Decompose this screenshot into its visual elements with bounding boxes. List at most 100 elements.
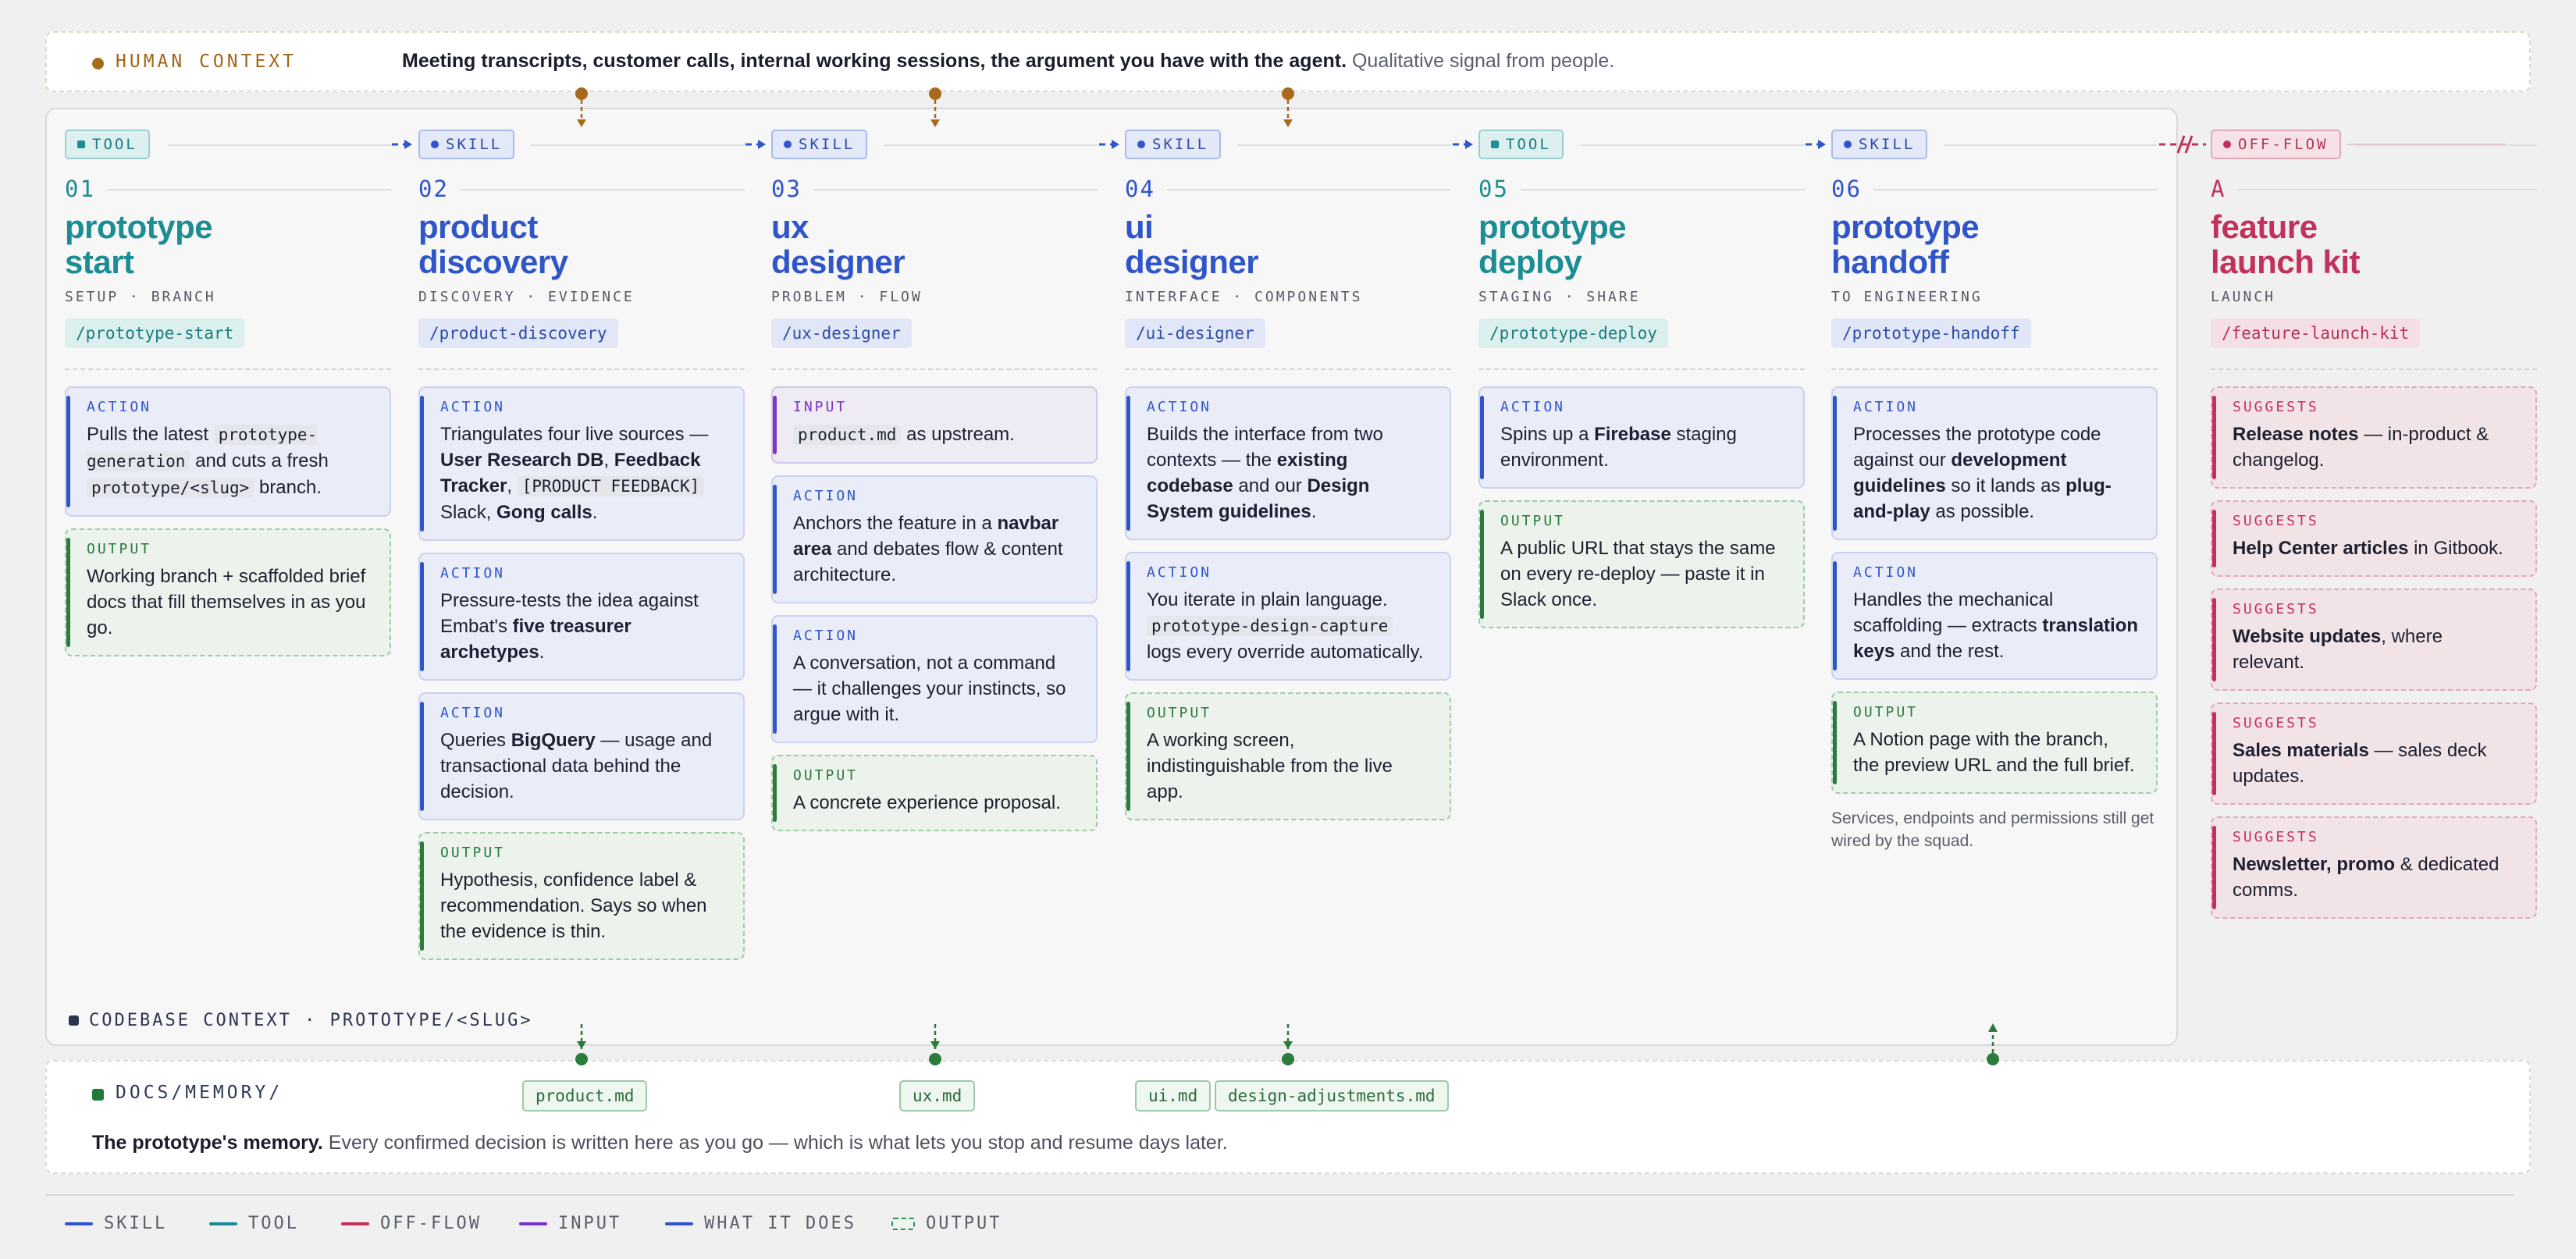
step-subtitle: TO ENGINEERING: [1831, 289, 1983, 305]
codebase-square-icon: [69, 1015, 79, 1026]
card-text: A Notion page with the branch, the previ…: [1853, 729, 2135, 776]
column-divider: [1125, 368, 1451, 370]
card-stack: ACTION Triangulates four live sources — …: [418, 386, 745, 960]
tag-rule: [1582, 144, 1805, 146]
card-label: ACTION: [1853, 399, 1919, 415]
card-text: Pulls the latest prototype-generation an…: [87, 424, 329, 498]
step-subtitle: LAUNCH: [2211, 289, 2276, 305]
tag-skill: SKILL: [1125, 130, 1222, 159]
step-title: ux designer: [771, 209, 906, 279]
tag-skill-dot-icon: [784, 140, 792, 148]
docs-memory-bold: The prototype's memory.: [92, 1132, 323, 1154]
step-title: prototype deploy: [1478, 209, 1627, 279]
card-text: Newsletter, promo & dedicated comms.: [2233, 854, 2500, 901]
column-divider: [1831, 368, 2158, 370]
legend-skill-swatch: [65, 1222, 93, 1225]
tag-rule: [2356, 144, 2537, 146]
human-context-bold: Meeting transcripts, customer calls, int…: [402, 50, 1347, 72]
card-label: SUGGESTS: [2233, 715, 2319, 731]
docs-square-icon: [92, 1089, 104, 1101]
card-label: ACTION: [1853, 564, 1919, 581]
step-rule: [1521, 189, 1805, 190]
legend-tool-label: TOOL: [248, 1214, 299, 1233]
card-text: Pressure-tests the idea against Embat's …: [440, 590, 699, 663]
step-number: 03: [771, 176, 802, 202]
action-card: ACTION A conversation, not a command — i…: [771, 615, 1098, 743]
doc-chip-ui[interactable]: ui.md: [1135, 1080, 1212, 1111]
command-chip[interactable]: /feature-launch-kit: [2211, 318, 2421, 348]
legend-input-swatch: [519, 1222, 547, 1225]
command-chip[interactable]: /product-discovery: [418, 318, 618, 348]
output-card: OUTPUT A concrete experience proposal.: [771, 755, 1098, 831]
card-label: INPUT: [793, 399, 848, 415]
step-rule: [1873, 189, 2158, 190]
card-label: ACTION: [1147, 399, 1212, 415]
command-chip[interactable]: /prototype-deploy: [1478, 318, 1668, 348]
card-text: You iterate in plain language. prototype…: [1147, 589, 1424, 663]
input-card: INPUT product.md as upstream.: [771, 386, 1098, 464]
tag-rule: [1944, 144, 2158, 146]
output-card: OUTPUT A working screen, indistinguishab…: [1125, 692, 1451, 820]
card-label: OUTPUT: [793, 767, 859, 784]
tag-skill-dot-icon: [1844, 140, 1852, 148]
codebase-context-text: CODEBASE CONTEXT · PROTOTYPE/<SLUG>: [89, 1011, 533, 1030]
step-number: 01: [65, 176, 95, 202]
docs-memory-bar: DOCS/MEMORY/ product.md ux.md ui.md desi…: [45, 1060, 2531, 1174]
tag-label: SKILL: [1152, 136, 1209, 153]
tag-off: OFF-FLOW: [2211, 130, 2341, 159]
command-chip[interactable]: /prototype-start: [65, 318, 245, 348]
command-chip[interactable]: /prototype-handoff: [1831, 318, 2031, 348]
doc-chip-ux[interactable]: ux.md: [899, 1080, 976, 1111]
tag-skill: SKILL: [418, 130, 515, 159]
tag-label: TOOL: [92, 136, 137, 153]
legend-output: OUTPUT: [891, 1214, 1002, 1233]
output-card: OUTPUT A public URL that stays the same …: [1478, 500, 1805, 628]
step-subtitle: STAGING · SHARE: [1478, 289, 1641, 305]
action-card: ACTION Pressure-tests the idea against E…: [418, 553, 745, 681]
step-title-line-1: feature: [2211, 208, 2318, 245]
card-stack: ACTION Processes the prototype code agai…: [1831, 386, 2158, 852]
step-rule: [461, 189, 745, 190]
step-title-line-1: prototype: [65, 208, 213, 245]
step-title-line-2: start: [65, 244, 134, 280]
tag-tool-dot-icon: [77, 140, 85, 148]
card-text: Builds the interface from two contexts —…: [1147, 424, 1383, 522]
card-label: OUTPUT: [1147, 705, 1212, 721]
tag-skill-dot-icon: [1137, 140, 1145, 148]
handoff-note: Services, endpoints and permissions stil…: [1831, 809, 2154, 850]
doc-chip-design-adjustments[interactable]: design-adjustments.md: [1215, 1080, 1449, 1111]
suggests-card: SUGGESTS Release notes — in-product & ch…: [2211, 386, 2537, 489]
card-text: Website updates, where relevant.: [2233, 626, 2443, 673]
card-label: SUGGESTS: [2233, 829, 2319, 845]
step-title: prototype handoff: [1831, 208, 1980, 279]
card-label: ACTION: [793, 628, 859, 644]
step-title-line-1: prototype: [1831, 208, 1980, 245]
step-rule: [813, 189, 1098, 190]
legend-tool-swatch: [209, 1222, 237, 1225]
command-chip[interactable]: /ux-designer: [771, 318, 912, 348]
doc-chip-product[interactable]: product.md: [522, 1080, 648, 1111]
step-title-line-2: designer: [1125, 244, 1259, 280]
offflow-break-icon: [2176, 135, 2194, 154]
tag-skill: SKILL: [771, 130, 868, 159]
card-label: OUTPUT: [1853, 704, 1919, 720]
column-divider: [2211, 368, 2537, 370]
card-text: Working branch + scaffolded brief docs t…: [87, 566, 366, 638]
card-text: Handles the mechanical scaffolding — ext…: [1853, 589, 2139, 662]
legend-what-it-does: WHAT IT DOES: [665, 1214, 856, 1233]
tag-label: SKILL: [1859, 136, 1916, 153]
card-text: Hypothesis, confidence label & recommend…: [440, 870, 707, 942]
step-title: product discovery: [418, 209, 568, 279]
legend-offflow-swatch: [341, 1222, 369, 1225]
card-stack: ACTION Builds the interface from two con…: [1125, 386, 1451, 820]
card-text: Anchors the feature in a navbar area and…: [793, 513, 1063, 585]
column-divider: [418, 368, 745, 370]
action-card: ACTION Triangulates four live sources — …: [418, 386, 745, 541]
step-number: 05: [1478, 176, 1509, 202]
command-chip[interactable]: /ui-designer: [1125, 318, 1265, 348]
card-label: OUTPUT: [1500, 513, 1566, 529]
action-card: ACTION Handles the mechanical scaffoldin…: [1831, 552, 2158, 680]
docs-memory-text: The prototype's memory. Every confirmed …: [92, 1132, 1228, 1154]
tag-label: TOOL: [1506, 136, 1551, 153]
legend-does-label: WHAT IT DOES: [704, 1214, 856, 1233]
